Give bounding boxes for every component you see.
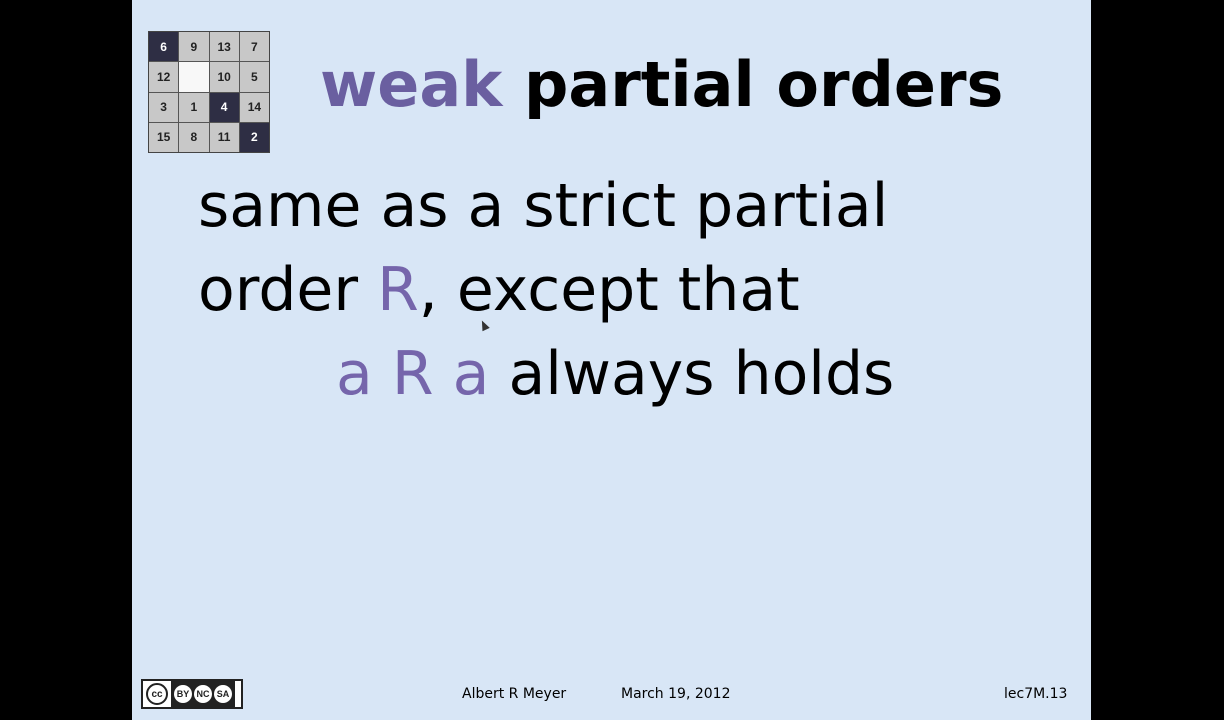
puzzle-tile: 10 — [209, 62, 239, 92]
body-line-2: order R, except that — [198, 248, 894, 332]
puzzle-tile: 13 — [209, 32, 239, 62]
puzzle-tile: 14 — [239, 92, 269, 122]
footer-author: Albert R Meyer — [462, 686, 567, 702]
puzzle-tile: 6 — [149, 32, 179, 62]
slide-body: same as a strict partial order R, except… — [198, 164, 894, 416]
puzzle-tile: 9 — [179, 32, 209, 62]
body-line-2-start: order — [198, 255, 378, 325]
body-line-2-end: , except that — [418, 255, 800, 325]
puzzle-tile: 5 — [239, 62, 269, 92]
body-line-3-end: always holds — [489, 339, 895, 409]
fifteen-puzzle-logo: 6 9 13 7 12 10 5 3 1 4 14 15 8 11 2 — [148, 31, 270, 153]
puzzle-tile: 8 — [179, 122, 209, 152]
footer-slide-id: lec7M.13 — [1004, 686, 1068, 702]
cc-nc-icon: NC — [194, 685, 212, 703]
cc-by-icon: BY — [174, 685, 192, 703]
cc-conditions: BY NC SA — [171, 681, 235, 707]
puzzle-tile: 1 — [179, 92, 209, 122]
creative-commons-license-icon: cc BY NC SA — [141, 679, 243, 709]
relation-r: R — [377, 255, 419, 325]
body-line-1: same as a strict partial — [198, 171, 889, 241]
puzzle-tile: 12 — [149, 62, 179, 92]
puzzle-tile: 3 — [149, 92, 179, 122]
footer-date: March 19, 2012 — [621, 686, 731, 702]
puzzle-empty-tile — [179, 62, 209, 92]
puzzle-tile: 15 — [149, 122, 179, 152]
title-rest: partial orders — [524, 48, 1004, 121]
reflexive-expression: a R a — [336, 339, 490, 409]
slide-title: weak partial orders — [320, 48, 1003, 121]
body-line-3: a R a always holds — [198, 332, 894, 416]
puzzle-tile: 11 — [209, 122, 239, 152]
cc-icon: cc — [146, 683, 168, 705]
puzzle-tile: 2 — [239, 122, 269, 152]
puzzle-tile: 7 — [239, 32, 269, 62]
puzzle-tile: 4 — [209, 92, 239, 122]
cc-sa-icon: SA — [214, 685, 232, 703]
title-accent-word: weak — [320, 48, 503, 121]
slide: 6 9 13 7 12 10 5 3 1 4 14 15 8 11 2 weak partial order… — [132, 0, 1091, 720]
